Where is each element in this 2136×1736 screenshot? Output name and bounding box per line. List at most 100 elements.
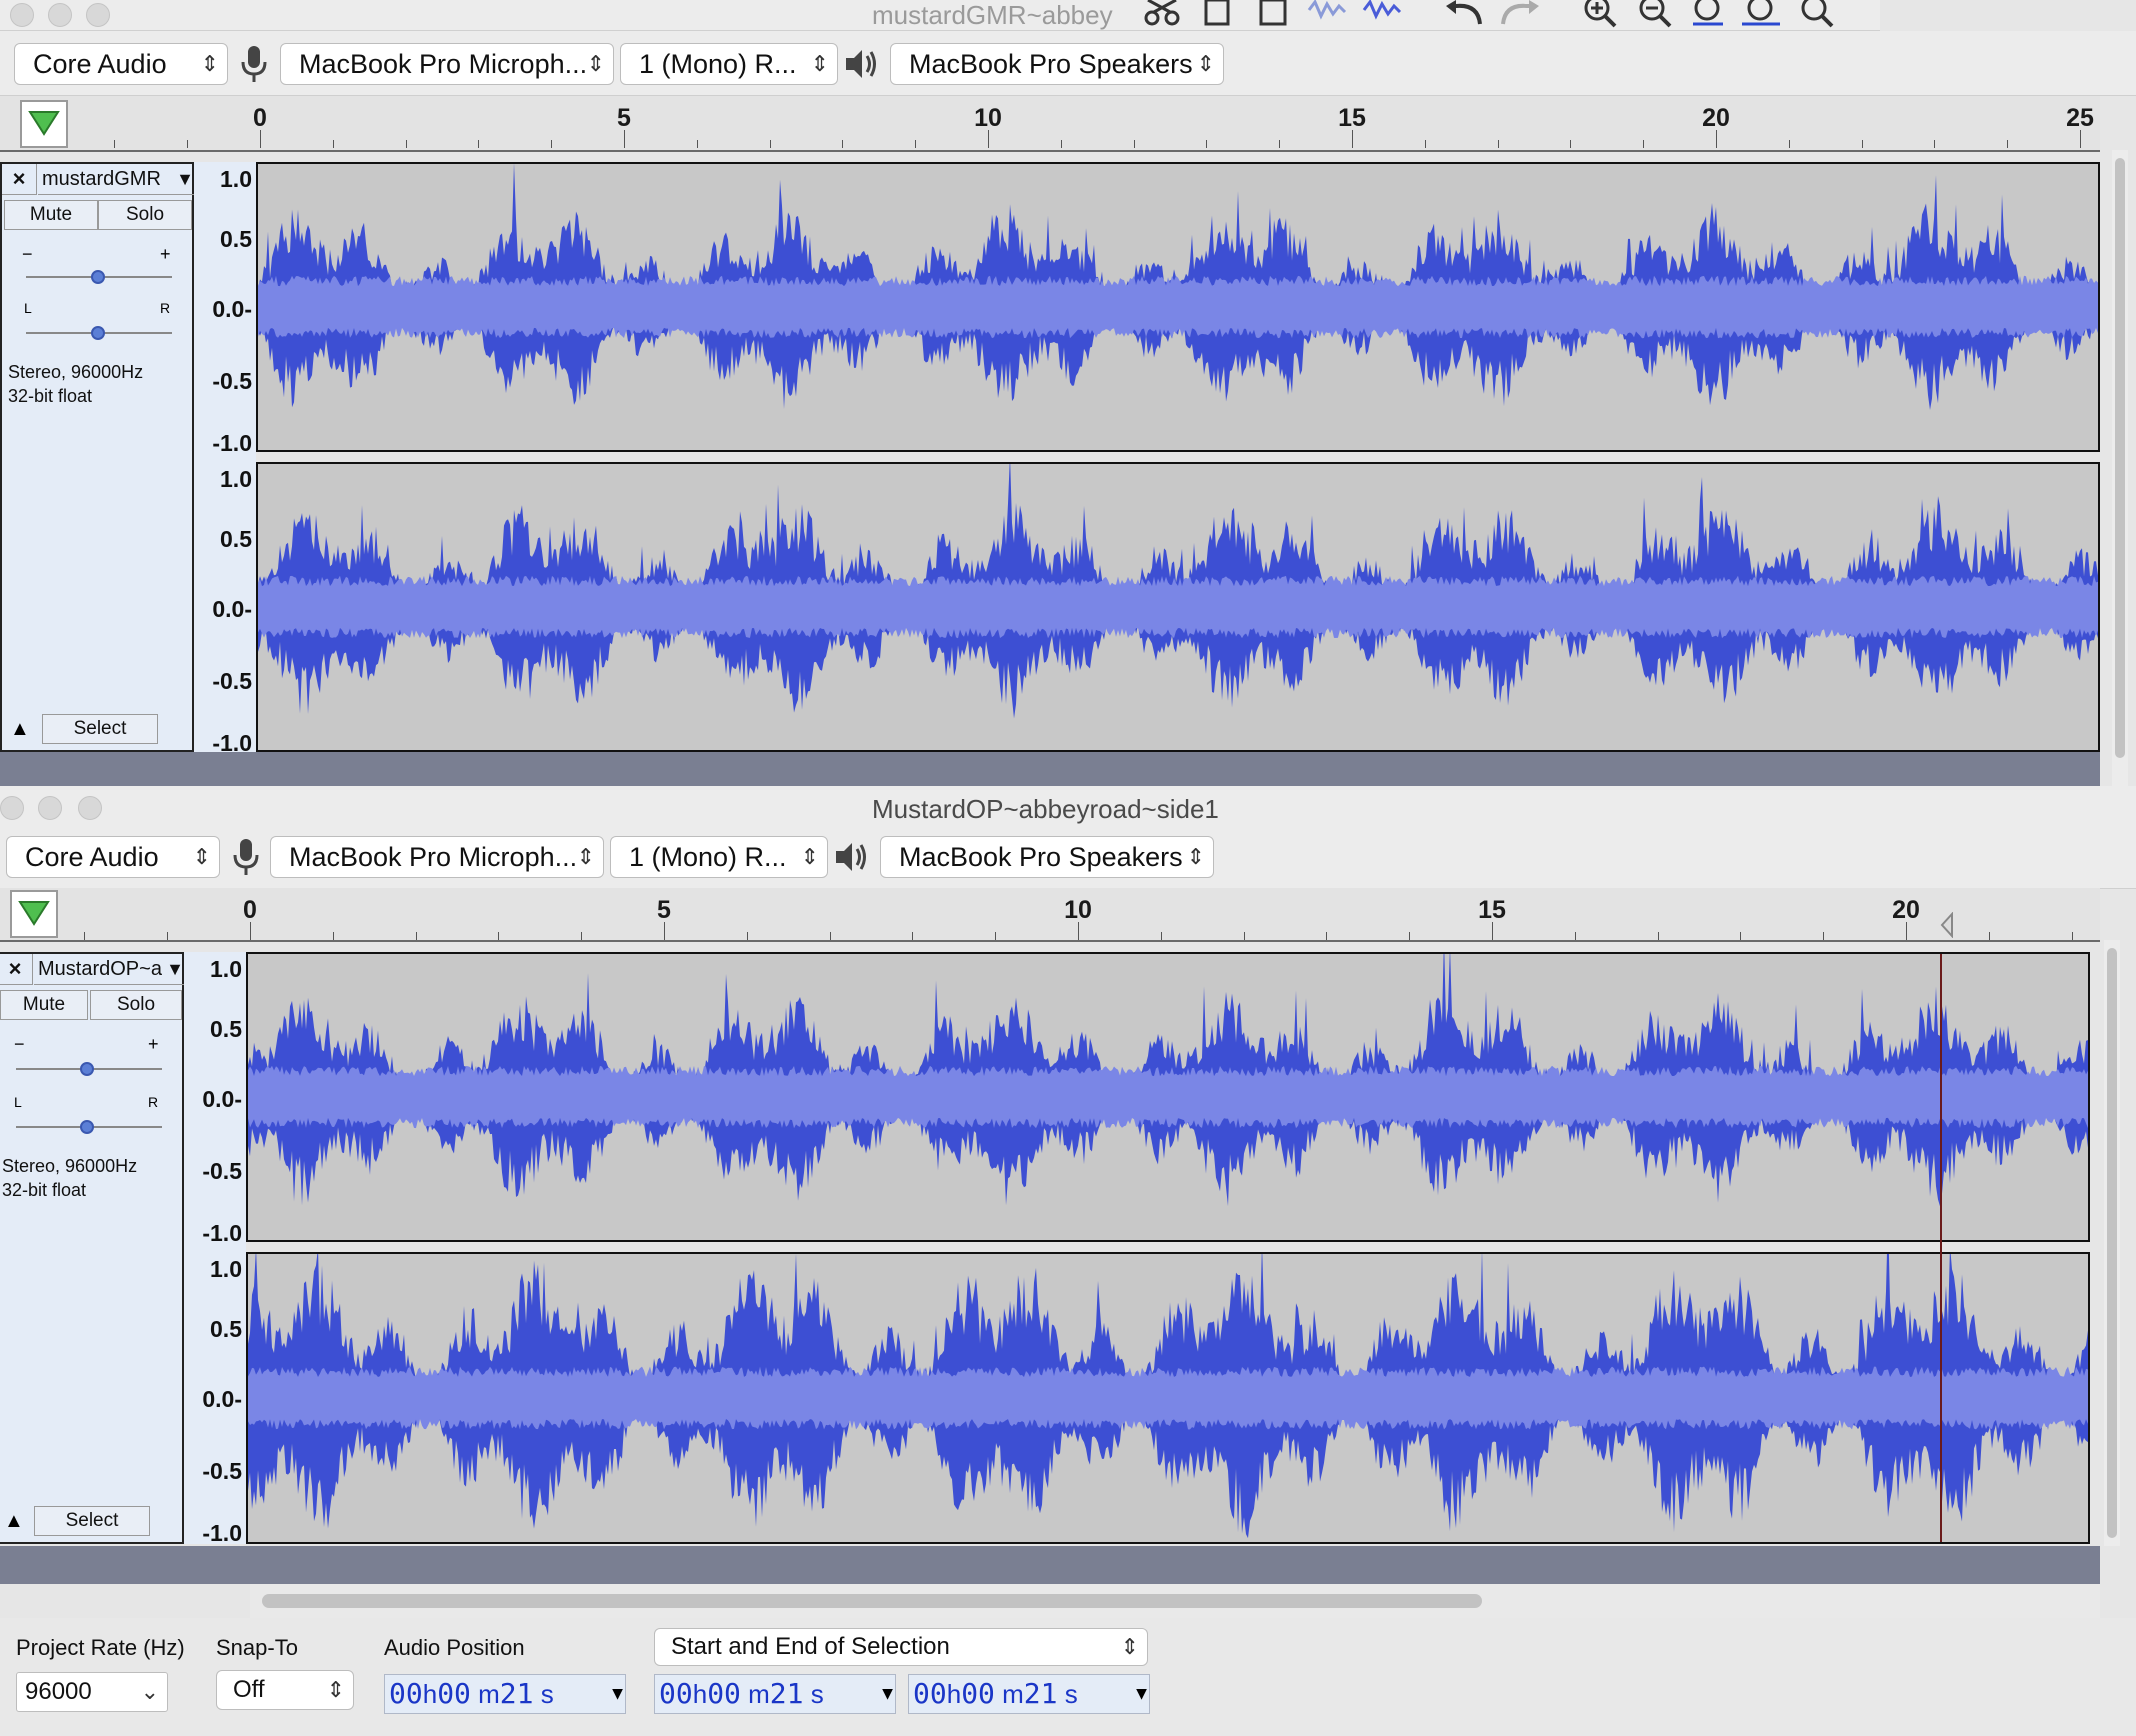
window2-speakers-select[interactable]: MacBook Pro Speakers ⇕ — [880, 836, 1214, 878]
stepper-icon: ⇕ — [192, 844, 211, 869]
waveform-right-2 — [248, 1254, 2088, 1539]
pan-slider-thumb[interactable] — [91, 326, 105, 340]
ruler-tick-label: 0 — [253, 104, 267, 132]
seconds-unit: s — [803, 1679, 824, 1709]
window1-minimize-light[interactable] — [48, 3, 72, 27]
track-close-button[interactable]: × — [2, 164, 37, 195]
ruler-tick-mark — [746, 932, 748, 940]
track-name-menu[interactable]: MustardOP~a ▼ — [34, 954, 186, 985]
cut-icon[interactable] — [1140, 0, 1190, 28]
window1-vertical-scale: 1.0 0.5 0.0- -0.5 -1.0 1.0 0.5 0.0- -0.5 -1.0 — [194, 162, 256, 756]
minutes-unit: m — [740, 1679, 770, 1709]
track-close-button[interactable]: × — [0, 954, 33, 985]
zoom-in-icon[interactable] — [1575, 0, 1625, 28]
solo-button[interactable]: Solo — [98, 200, 192, 230]
window1-zoom-light[interactable] — [86, 3, 110, 27]
selection-start-time[interactable]: 00h00 m21 s ▼ — [654, 1674, 896, 1714]
hours-unit: h — [422, 1679, 438, 1709]
host-value: Core Audio — [25, 842, 159, 872]
amplitude-scale-label: -0.5 — [202, 1158, 242, 1184]
ruler-tick-mark — [332, 140, 334, 148]
amplitude-scale-label: -1.0 — [202, 1520, 242, 1546]
ruler-tick-mark — [1078, 922, 1079, 940]
window2-vertical-scale: 1.0 0.5 0.0- -0.5 -1.0 1.0 0.5 0.0- -0.5 -1.0 — [184, 952, 246, 1546]
silence-icon[interactable] — [1360, 0, 1410, 28]
selection-mode-select[interactable]: Start and End of Selection ⇕ — [654, 1628, 1148, 1666]
window2-play-indicator[interactable] — [10, 890, 58, 938]
window1-close-light[interactable] — [10, 3, 34, 27]
ruler-tick-mark — [664, 922, 665, 940]
fit-selection-icon[interactable] — [1685, 0, 1735, 28]
window1-host-select[interactable]: Core Audio ⇕ — [14, 43, 228, 85]
window1-vertical-scrollbar[interactable] — [2112, 150, 2128, 786]
ruler-tick-mark — [581, 932, 583, 940]
window2-zoom-light[interactable] — [78, 796, 102, 820]
selection-end-time[interactable]: 00h00 m21 s ▼ — [908, 1674, 1150, 1714]
window2-minimize-light[interactable] — [38, 796, 62, 820]
window2-vertical-scrollbar[interactable] — [2104, 940, 2120, 1546]
mute-button[interactable]: Mute — [4, 200, 98, 230]
pan-left-label: L — [14, 1094, 22, 1110]
ruler-tick-mark — [1279, 140, 1281, 148]
ruler-tick-mark — [187, 140, 189, 148]
solo-button[interactable]: Solo — [90, 990, 182, 1020]
zoom-out-icon[interactable] — [1630, 0, 1680, 28]
gain-slider-thumb[interactable] — [91, 270, 105, 284]
track-name: mustardGMR — [42, 168, 161, 190]
ruler-tick-mark — [624, 130, 625, 148]
ruler-tick-label: 15 — [1478, 896, 1506, 924]
dropdown-arrow-icon[interactable]: ▼ — [612, 1675, 623, 1713]
track-select-button[interactable]: Select — [42, 714, 158, 744]
window2-vscroll-thumb[interactable] — [2107, 948, 2117, 1538]
ruler-tick-mark — [1326, 932, 1328, 940]
ruler-tick-mark — [1861, 140, 1863, 148]
ruler-tick-mark — [1352, 130, 1353, 148]
window2-host-select[interactable]: Core Audio ⇕ — [6, 836, 220, 878]
window2-mic-select[interactable]: MacBook Pro Microph... ⇕ — [270, 836, 604, 878]
collapse-track-icon[interactable]: ▲ — [10, 718, 30, 741]
window1-play-indicator[interactable] — [20, 100, 68, 148]
zoom-toggle-icon[interactable] — [1792, 0, 1842, 28]
pan-slider-thumb[interactable] — [80, 1120, 94, 1134]
trim-icon[interactable] — [1305, 0, 1355, 28]
undo-icon[interactable] — [1440, 0, 1490, 28]
audio-position-time[interactable]: 00h00 m21 s ▼ — [384, 1674, 626, 1714]
window2-hscroll-thumb[interactable] — [262, 1594, 1482, 1608]
dropdown-arrow-icon[interactable]: ▼ — [1136, 1675, 1147, 1713]
track-select-button[interactable]: Select — [34, 1506, 150, 1536]
window1-timeline-ruler[interactable]: 0 5 10 15 20 25 — [0, 96, 2100, 152]
window1-speakers-select[interactable]: MacBook Pro Speakers ⇕ — [890, 43, 1224, 85]
window2-close-light[interactable] — [0, 796, 24, 820]
copy-icon[interactable] — [1200, 0, 1240, 28]
window1-channels-select[interactable]: 1 (Mono) R... ⇕ — [620, 43, 838, 85]
speaker-icon — [844, 43, 880, 85]
window1-titlebar: mustardGMR~abbey — [0, 0, 1880, 31]
track-name-menu[interactable]: mustardGMR ▼ — [38, 164, 196, 195]
project-rate-select[interactable]: 96000 ⌄ — [16, 1672, 168, 1712]
window2-channel-right[interactable] — [246, 1252, 2090, 1544]
sample-rate-info: Stereo, 96000Hz — [2, 1156, 138, 1176]
window1-mic-select[interactable]: MacBook Pro Microph... ⇕ — [280, 43, 614, 85]
ruler-tick-label: 0 — [243, 896, 257, 924]
window2-horizontal-scrollbar[interactable] — [250, 1584, 2100, 1618]
window2-channel-left[interactable] — [246, 952, 2090, 1242]
amplitude-scale-label: 0.0- — [212, 296, 252, 322]
window1-vscroll-thumb[interactable] — [2115, 158, 2125, 758]
redo-icon[interactable] — [1495, 0, 1545, 28]
window2-timeline-ruler[interactable]: 0 5 10 15 20 — [0, 888, 2100, 942]
snap-to-select[interactable]: Off ⇕ — [216, 1670, 354, 1710]
mute-button[interactable]: Mute — [0, 990, 88, 1020]
ruler-tick-mark — [2080, 130, 2081, 148]
dropdown-arrow-icon[interactable]: ▼ — [882, 1675, 893, 1713]
fit-project-icon[interactable] — [1738, 0, 1788, 28]
window2-title: MustardOP~abbeyroad~side1 — [872, 794, 1219, 824]
window1-channel-right[interactable] — [256, 462, 2100, 752]
ruler-tick-mark — [1133, 140, 1135, 148]
gain-slider-thumb[interactable] — [80, 1062, 94, 1076]
collapse-track-icon[interactable]: ▲ — [4, 1510, 24, 1533]
ruler-tick-label: 15 — [1338, 104, 1366, 132]
paste-icon[interactable] — [1255, 0, 1295, 28]
window1-channel-left[interactable] — [256, 162, 2100, 452]
window2-channels-select[interactable]: 1 (Mono) R... ⇕ — [610, 836, 828, 878]
amplitude-scale-label: 0.5 — [210, 1316, 242, 1342]
